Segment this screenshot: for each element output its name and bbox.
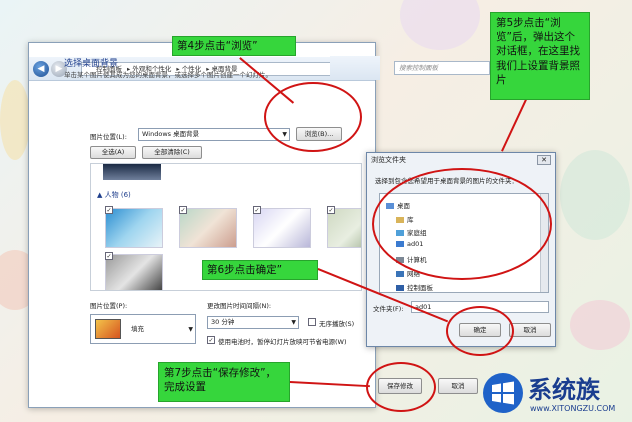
wallpaper-thumbnail[interactable] — [179, 208, 237, 248]
shuffle-checkbox[interactable] — [308, 318, 316, 326]
wallpaper-thumbnail[interactable] — [105, 254, 163, 290]
tree-item-label: 控制面板 — [407, 284, 433, 292]
position-preview-icon — [95, 319, 121, 339]
thumbnail-checkbox[interactable]: ✓ — [327, 206, 335, 214]
address-bar-ext — [330, 56, 380, 80]
highlight-ring — [372, 168, 552, 280]
highlight-ring — [446, 306, 514, 356]
picture-position-label: 图片位置(P): — [90, 302, 128, 310]
logo-text: 系统族 — [528, 376, 600, 404]
tree-item[interactable]: 控制面板 — [396, 282, 433, 292]
search-input[interactable]: 搜索控制面板 — [394, 61, 490, 75]
step5-callout: 第5步点击“浏览”后，弹出这个对话框，在这里找我们上设置背景照片 — [490, 12, 590, 100]
wallpaper-thumbnail[interactable] — [103, 164, 161, 180]
wallpaper-thumbnail[interactable] — [253, 208, 311, 248]
site-logo: 系统族 www.XITONGZU.COM — [482, 368, 632, 422]
picture-location-label: 图片位置(L): — [90, 133, 127, 141]
wallpaper-bubble — [560, 150, 630, 240]
step6-callout: 第6步点击确定” — [202, 260, 318, 280]
control-panel-icon — [396, 285, 404, 291]
cancel-button[interactable]: 取消 — [438, 378, 478, 394]
interval-label: 更改图片时间间隔(N): — [207, 302, 272, 310]
thumbnail-checkbox[interactable]: ✓ — [179, 206, 187, 214]
wallpaper-bubble — [0, 80, 30, 160]
chevron-down-icon: ▼ — [291, 319, 296, 326]
logo-url: www.XITONGZU.COM — [530, 404, 616, 413]
step7-callout: 第7步点击“保存修改”，完成设置 — [158, 362, 290, 402]
group-header[interactable]: ▲ 人物 (6) — [97, 190, 131, 200]
wallpaper-thumbnail[interactable] — [105, 208, 163, 248]
close-icon[interactable]: ✕ — [537, 155, 551, 165]
picture-position-select[interactable]: 填充 ▼ — [90, 314, 196, 344]
picture-position-value: 填充 — [131, 325, 144, 333]
windows-logo-icon — [483, 373, 523, 413]
thumbnail-checkbox[interactable]: ✓ — [105, 206, 113, 214]
select-all-button[interactable]: 全选(A) — [90, 146, 136, 159]
folder-label: 文件夹(F): — [373, 305, 404, 313]
interval-value: 30 分钟 — [211, 318, 235, 326]
chevron-down-icon: ▼ — [188, 326, 193, 333]
thumbnail-checkbox[interactable]: ✓ — [253, 206, 261, 214]
highlight-ring — [264, 82, 362, 152]
back-icon[interactable]: ◀ — [33, 61, 49, 77]
wallpaper-bubble — [570, 300, 630, 350]
shuffle-label: 无序播放(S) — [319, 320, 355, 328]
step4-callout: 第4步点击“浏览” — [172, 36, 296, 56]
battery-checkbox[interactable]: ✓ — [207, 336, 215, 344]
interval-select[interactable]: 30 分钟 ▼ — [207, 316, 299, 329]
highlight-ring — [366, 362, 436, 412]
clear-all-button[interactable]: 全部清除(C) — [142, 146, 202, 159]
battery-label: 使用电池时，暂停幻灯片放映可节省电源(W) — [218, 338, 347, 346]
thumbnail-checkbox[interactable]: ✓ — [105, 252, 113, 260]
page-subtitle: 单击某个图片使其成为您的桌面背景，或选择多个图片创建一个幻灯片。 — [64, 71, 272, 79]
picture-location-value: Windows 桌面背景 — [142, 130, 200, 138]
page-title: 选择桌面背景 — [64, 59, 119, 69]
wallpaper-bubble — [400, 0, 480, 50]
wallpaper-thumbnail[interactable] — [327, 208, 361, 248]
dialog-title: 浏览文件夹 — [371, 156, 406, 164]
dialog-cancel-button[interactable]: 取消 — [509, 323, 551, 337]
network-icon — [396, 271, 404, 277]
